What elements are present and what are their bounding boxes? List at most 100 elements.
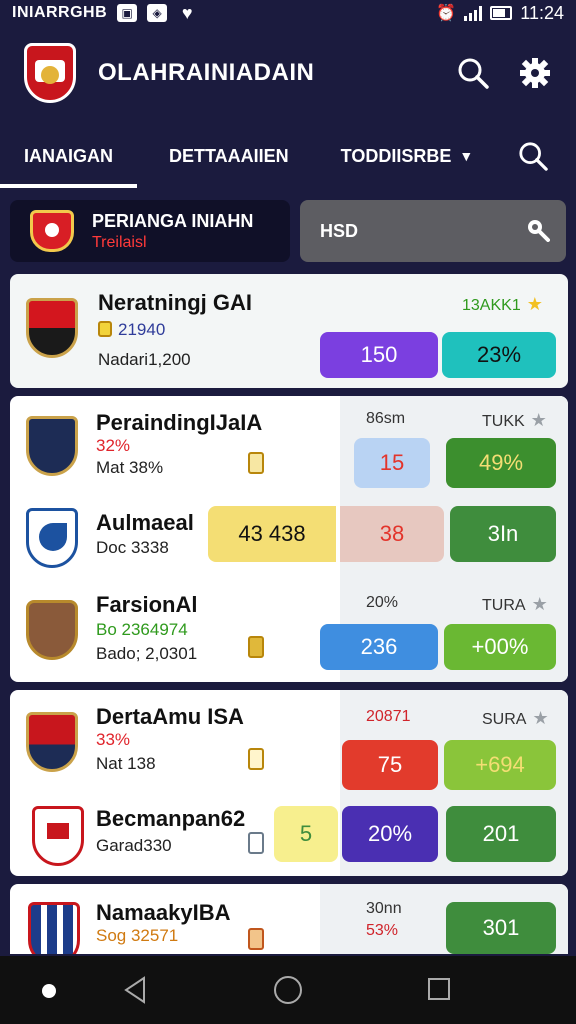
caret-down-icon: ▼ (459, 148, 474, 164)
system-nav-bar (0, 956, 576, 1024)
home-icon[interactable] (274, 976, 302, 1004)
team-meta: Nadari1,200 (98, 350, 191, 369)
trophy-icon[interactable] (248, 748, 264, 770)
value-pill[interactable]: +694 (444, 740, 556, 790)
app-title: OLAHRAINIADAIN (98, 59, 315, 86)
settings-button[interactable] (518, 56, 552, 90)
player-avatar-icon (26, 600, 78, 660)
trophy-icon[interactable] (248, 452, 264, 474)
value-pill[interactable]: 20% (342, 806, 438, 862)
team-meta: Bado; 2,0301 (96, 644, 198, 663)
column-header: 53% (366, 922, 399, 939)
search-input[interactable]: HSD (300, 200, 566, 262)
team-meta: Garad330 (96, 836, 172, 855)
battery-icon (490, 6, 513, 20)
summary-title: PERIANGA INIAHN (92, 210, 254, 231)
team-name[interactable]: Becmanpan62 (96, 806, 245, 832)
team-name[interactable]: FarsionAl (96, 592, 197, 618)
star-icon[interactable]: ★ (527, 294, 543, 314)
star-icon[interactable]: ★ (532, 708, 548, 728)
tab-search-button[interactable] (516, 139, 550, 173)
value-pill[interactable]: 201 (446, 806, 556, 862)
value-pill[interactable]: 5 (274, 806, 338, 862)
column-header: 30nn (366, 900, 402, 917)
team-name[interactable]: Aulmaeal (96, 510, 194, 536)
tab-ianaigan[interactable]: IANAIGAN (0, 124, 137, 188)
column-header: 20871 (366, 708, 411, 725)
value-pill[interactable]: 3In (450, 506, 556, 562)
team-group-card: NamaakyIBA Sog 32571 30nn 53% 301 (10, 884, 568, 954)
back-icon[interactable] (122, 976, 148, 1004)
column-header-label: SURA (482, 711, 527, 728)
team-stat-value: 21940 (118, 320, 166, 339)
gear-icon (520, 58, 550, 88)
team-name[interactable]: NamaakyIBA (96, 900, 231, 926)
column-header-label: TURA (482, 597, 526, 614)
search-button[interactable] (456, 56, 490, 90)
coin-icon (98, 321, 112, 337)
carrier-label: INIARRGHB (12, 4, 108, 21)
column-header: TUKK ★ (482, 410, 547, 431)
tab-label: IANAIGAN (24, 145, 113, 166)
star-icon[interactable]: ★ (532, 594, 548, 614)
team-crest-icon (26, 508, 78, 568)
value-pill[interactable]: 38 (340, 506, 444, 562)
value-pill[interactable]: 236 (320, 624, 438, 670)
app-header: OLAHRAINIADAIN (0, 26, 576, 120)
alarm-icon: ⏰ (436, 5, 457, 22)
team-stat: 32% (96, 436, 131, 455)
featured-badge-label: 13AKK1 (462, 297, 521, 314)
value-pill[interactable]: 15 (354, 438, 430, 488)
search-icon (458, 58, 489, 89)
search-value: HSD (320, 220, 359, 241)
team-crest-icon (26, 298, 78, 358)
value-pill[interactable]: 23% (442, 332, 556, 378)
team-crest-icon (30, 210, 74, 252)
app-notification-icon: ◈ (147, 4, 168, 22)
image-notification-icon: ▣ (117, 4, 138, 22)
team-crest-icon (28, 902, 80, 954)
clock: 11:24 (520, 2, 564, 23)
value-pill[interactable]: +00% (444, 624, 556, 670)
team-meta: Nat 138 (96, 754, 156, 773)
search-icon (519, 142, 548, 171)
team-summary[interactable]: PERIANGA INIAHN Treilaisl (10, 200, 290, 262)
team-name: Neratningj GAI (98, 290, 253, 315)
team-meta: Doc 3338 (96, 538, 169, 557)
tab-bar: IANAIGAN DETTAAAIIEN TODDIISRBE ▼ (0, 124, 576, 188)
column-header: TURA ★ (482, 594, 548, 615)
featured-badge: 13AKK1 ★ (462, 294, 543, 315)
value-pill[interactable]: 301 (446, 902, 556, 954)
column-header: 86sm (366, 410, 406, 427)
star-icon[interactable]: ★ (531, 410, 547, 430)
trophy-icon[interactable] (248, 832, 264, 854)
app-logo (24, 43, 76, 103)
status-bar: INIARRGHB ▣ ◈ ♥ ⏰ 11:24 (0, 0, 576, 26)
team-group-card: PeraindingIJaIA 32% Mat 38% 86sm TUKK ★ 1… (10, 396, 568, 682)
featured-team-card[interactable]: Neratningj GAI 21940 Nadari1,200 13AKK1 ★… (10, 274, 568, 388)
value-pill[interactable]: 150 (320, 332, 438, 378)
team-name[interactable]: PeraindingIJaIA (96, 410, 262, 436)
team-stat: Sog 32571 (96, 926, 179, 945)
tab-dettaaaiien[interactable]: DETTAAAIIEN (169, 124, 289, 188)
search-users-icon[interactable] (524, 216, 550, 247)
value-pill[interactable]: 75 (342, 740, 438, 790)
value-pill[interactable]: 49% (446, 438, 556, 488)
column-header-label: TUKK (482, 413, 525, 430)
team-crest-icon (26, 712, 78, 772)
assistant-dot-icon[interactable] (42, 984, 56, 998)
team-stat: 33% (96, 730, 131, 749)
team-meta: Mat 38% (96, 458, 164, 477)
team-crest-icon (32, 806, 84, 866)
tab-label: TODDIISRBE (340, 145, 452, 166)
tab-toddiisrbe-dropdown[interactable]: TODDIISRBE ▼ (341, 124, 474, 188)
recent-apps-icon[interactable] (428, 978, 450, 1000)
signal-icon (464, 5, 483, 21)
team-name[interactable]: DertaAmu ISA (96, 704, 244, 730)
summary-subtitle: Treilaisl (92, 233, 147, 251)
team-group-card: DertaAmu ISA 33% Nat 138 20871 SURA ★ 75 … (10, 690, 568, 876)
trophy-icon[interactable] (248, 928, 264, 950)
value-pill[interactable]: 43 438 (208, 506, 336, 562)
tab-label: DETTAAAIIEN (169, 145, 289, 166)
trophy-icon[interactable] (248, 636, 264, 658)
